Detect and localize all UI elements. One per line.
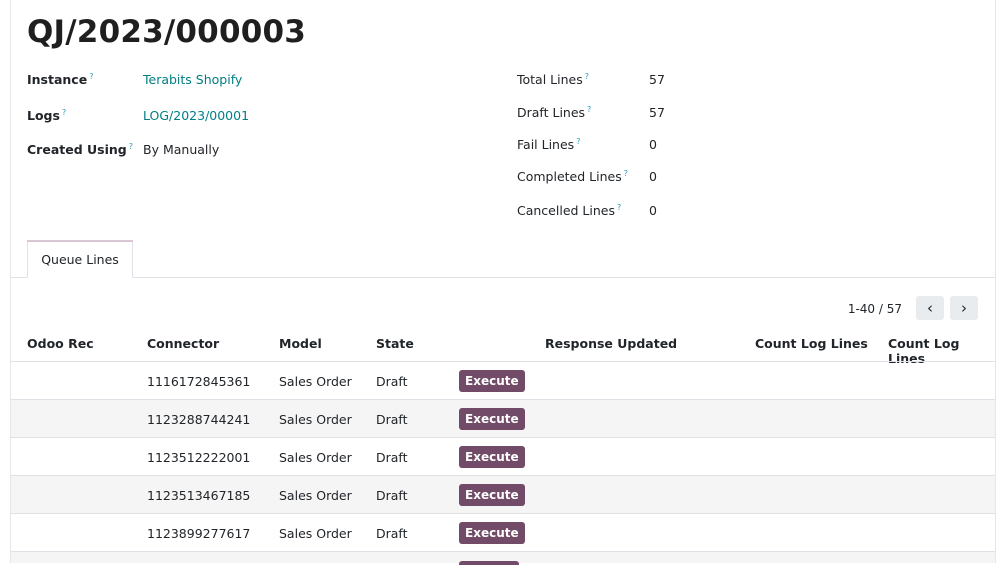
- state-cell: Draft: [376, 526, 408, 541]
- state-cell: Draft: [376, 374, 408, 389]
- execute-button[interactable]: Execute: [459, 408, 525, 430]
- total-lines-label: Total Lines?: [517, 72, 589, 87]
- cancelled-lines-label-text: Cancelled Lines: [517, 203, 615, 219]
- execute-button[interactable]: Execute: [459, 484, 525, 506]
- fail-lines-value: 0: [649, 137, 657, 152]
- help-icon[interactable]: ?: [576, 137, 580, 146]
- execute-button[interactable]: Execute: [459, 446, 525, 468]
- pager-next-button[interactable]: ›: [950, 296, 978, 320]
- model-cell: Sales Order: [279, 450, 352, 465]
- draft-lines-value: 57: [649, 105, 665, 120]
- total-lines-value: 57: [649, 72, 665, 87]
- pager-previous-button[interactable]: ‹: [916, 296, 944, 320]
- cancelled-lines-value: 0: [649, 203, 657, 218]
- created-using-label-text: Created Using: [27, 142, 127, 158]
- form-sheet: QJ/2023/000003 Instance? Terabits Shopif…: [10, 0, 996, 565]
- table-row[interactable]: 1123288744241 Sales Order Draft Execute: [11, 400, 995, 438]
- logs-link[interactable]: LOG/2023/00001: [143, 108, 249, 123]
- help-icon[interactable]: ?: [587, 105, 591, 114]
- table-row[interactable]: 1116172845361 Sales Order Draft Execute: [11, 362, 995, 400]
- help-icon[interactable]: ?: [624, 169, 628, 178]
- table-row[interactable]: 1123513467185 Sales Order Draft Execute: [11, 476, 995, 514]
- created-using-label: Created Using?: [27, 142, 133, 157]
- connector-cell: 1123512222001: [147, 450, 251, 465]
- execute-button[interactable]: Execute: [459, 522, 525, 544]
- instance-label: Instance?: [27, 72, 93, 87]
- created-using-value: By Manually: [143, 142, 220, 157]
- table-row-partial: [11, 552, 995, 565]
- model-cell: Sales Order: [279, 488, 352, 503]
- table-row[interactable]: 1123899277617 Sales Order Draft Execute: [11, 514, 995, 552]
- connector-cell: 1123513467185: [147, 488, 251, 503]
- draft-lines-label-text: Draft Lines: [517, 105, 586, 121]
- instance-link[interactable]: Terabits Shopify: [143, 72, 242, 87]
- column-header-response-updated[interactable]: Response Updated: [545, 336, 677, 351]
- table-row[interactable]: 1123512222001 Sales Order Draft Execute: [11, 438, 995, 476]
- logs-label-text: Logs: [27, 108, 60, 124]
- instance-label-text: Instance: [27, 72, 88, 88]
- help-icon[interactable]: ?: [89, 72, 93, 81]
- help-icon[interactable]: ?: [62, 108, 66, 117]
- connector-cell: 1116172845361: [147, 374, 251, 389]
- help-icon[interactable]: ?: [617, 203, 621, 212]
- cancelled-lines-label: Cancelled Lines?: [517, 203, 621, 218]
- column-header-connector[interactable]: Connector: [147, 336, 219, 351]
- state-cell: Draft: [376, 412, 408, 427]
- execute-button-partial: [459, 561, 519, 565]
- tabs-divider: [11, 277, 995, 278]
- model-cell: Sales Order: [279, 412, 352, 427]
- fail-lines-label-text: Fail Lines: [517, 137, 575, 153]
- tab-queue-lines[interactable]: Queue Lines: [27, 240, 133, 278]
- column-header-count-log-lines[interactable]: Count Log Lines: [755, 336, 868, 351]
- record-title: QJ/2023/000003: [27, 14, 307, 50]
- total-lines-label-text: Total Lines: [517, 72, 583, 88]
- pager-value[interactable]: 1-40 / 57: [848, 302, 902, 316]
- help-icon[interactable]: ?: [129, 142, 133, 151]
- model-cell: Sales Order: [279, 526, 352, 541]
- column-header-odoo-rec[interactable]: Odoo Rec: [27, 336, 94, 351]
- column-header-model[interactable]: Model: [279, 336, 322, 351]
- execute-button[interactable]: Execute: [459, 370, 525, 392]
- completed-lines-label-text: Completed Lines: [517, 169, 622, 185]
- column-header-state[interactable]: State: [376, 336, 414, 351]
- state-cell: Draft: [376, 450, 408, 465]
- completed-lines-label: Completed Lines?: [517, 169, 628, 184]
- help-icon[interactable]: ?: [585, 72, 589, 81]
- completed-lines-value: 0: [649, 169, 657, 184]
- model-cell: Sales Order: [279, 374, 352, 389]
- connector-cell: 1123899277617: [147, 526, 251, 541]
- draft-lines-label: Draft Lines?: [517, 105, 591, 120]
- connector-cell: 1123288744241: [147, 412, 251, 427]
- fail-lines-label: Fail Lines?: [517, 137, 580, 152]
- logs-label: Logs?: [27, 108, 66, 123]
- state-cell: Draft: [376, 488, 408, 503]
